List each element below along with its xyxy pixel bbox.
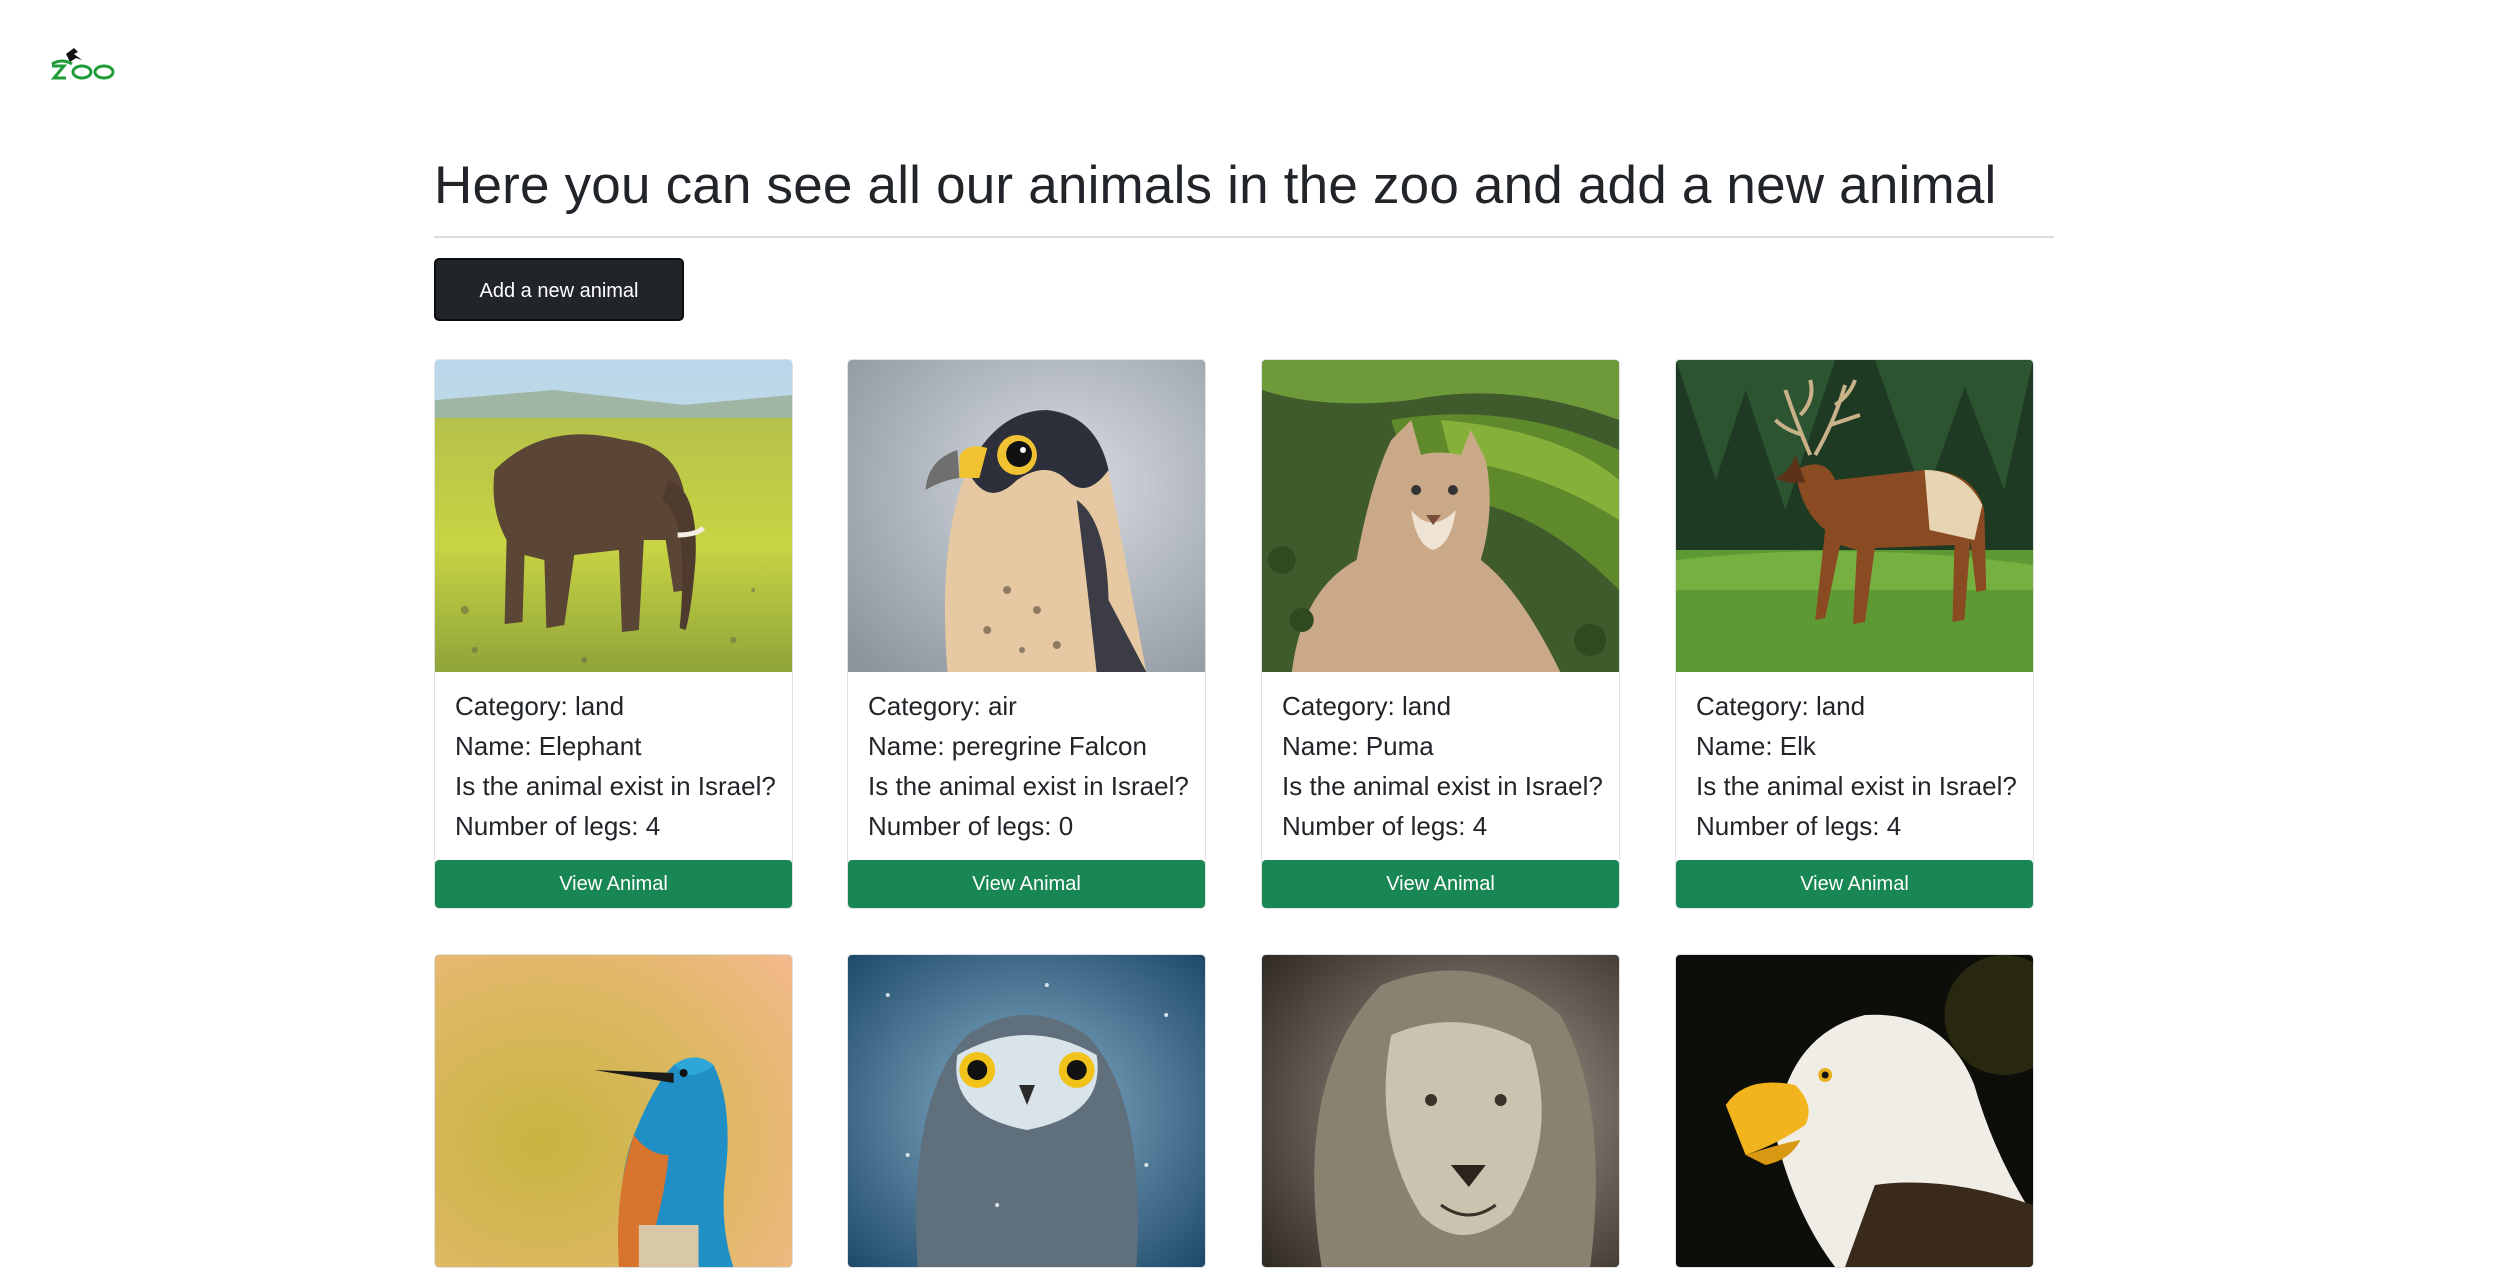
zoo-logo-icon [50, 48, 115, 80]
view-animal-button[interactable]: View Animal [435, 860, 792, 908]
legs-text: Number of legs: 4 [455, 811, 661, 841]
category-text: Category: air [868, 691, 1017, 721]
page-title: Here you can see all our animals in the … [434, 156, 1997, 215]
animal-card: Category: air Name: peregrine Falcon Is … [847, 359, 1206, 909]
add-animal-button[interactable]: Add a new animal [434, 258, 684, 321]
name-text: Name: Elk [1696, 731, 1816, 761]
bald-eagle-photo [1676, 955, 2033, 1267]
owl-photo [848, 955, 1205, 1267]
main-header: Here you can see all our animals in the … [434, 150, 2054, 321]
animal-card: Category: land Name: Elk Is the animal e… [1675, 359, 2034, 909]
kingfisher-photo [435, 955, 792, 1267]
category-text: Category: land [1282, 691, 1452, 721]
category-text: Category: land [455, 691, 625, 721]
card-details: Category: land Name: Elephant Is the ani… [435, 672, 792, 860]
israel-text: Is the animal exist in Israel? [1696, 771, 2017, 801]
elk-photo [1676, 360, 2033, 672]
name-text: Name: Puma [1282, 731, 1434, 761]
israel-text: Is the animal exist in Israel? [455, 771, 776, 801]
elephant-photo [435, 360, 792, 672]
title-divider [434, 236, 2054, 238]
zoo-logo[interactable] [48, 44, 118, 84]
puma-photo [1262, 360, 1619, 672]
animal-card [847, 954, 1206, 1268]
israel-text: Is the animal exist in Israel? [1282, 771, 1603, 801]
card-details: Category: land Name: Elk Is the animal e… [1676, 672, 2033, 860]
animal-card [1675, 954, 2034, 1268]
animal-card [1261, 954, 1620, 1268]
card-details: Category: air Name: peregrine Falcon Is … [848, 672, 1205, 860]
animal-card: Category: land Name: Puma Is the animal … [1261, 359, 1620, 909]
view-animal-button[interactable]: View Animal [1676, 860, 2033, 908]
view-animal-button[interactable]: View Animal [848, 860, 1205, 908]
peregrine-falcon-photo [848, 360, 1205, 672]
name-text: Name: Elephant [455, 731, 642, 761]
legs-text: Number of legs: 4 [1282, 811, 1488, 841]
legs-text: Number of legs: 0 [868, 811, 1074, 841]
lion-photo [1262, 955, 1619, 1267]
israel-text: Is the animal exist in Israel? [868, 771, 1189, 801]
card-details: Category: land Name: Puma Is the animal … [1262, 672, 1619, 860]
view-animal-button[interactable]: View Animal [1262, 860, 1619, 908]
name-text: Name: peregrine Falcon [868, 731, 1147, 761]
category-text: Category: land [1696, 691, 1866, 721]
animal-card [434, 954, 793, 1268]
animal-card: Category: land Name: Elephant Is the ani… [434, 359, 793, 909]
legs-text: Number of legs: 4 [1696, 811, 1902, 841]
